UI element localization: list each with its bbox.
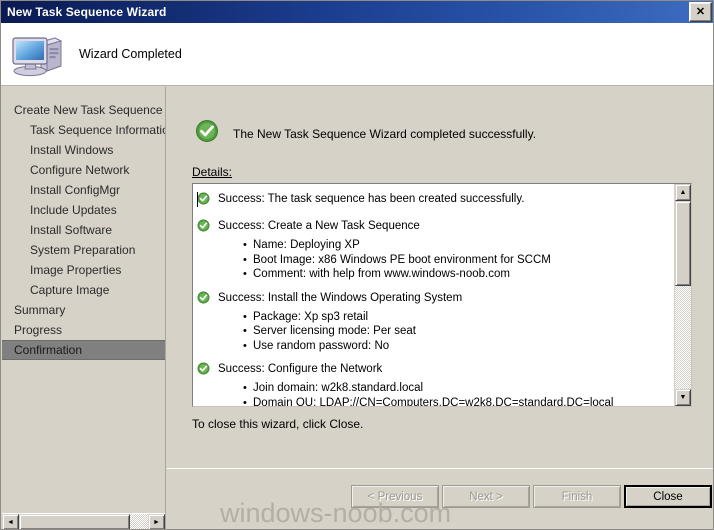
details-entry-heading: Success: Configure the Network xyxy=(197,362,668,380)
details-entry-heading-text: Success: Configure the Network xyxy=(218,363,383,375)
details-entry-list: Success: The task sequence has been crea… xyxy=(197,192,668,406)
details-bullet-list: Name: Deploying XPBoot Image: x86 Window… xyxy=(197,238,668,282)
details-bullet-item: Use random password: No xyxy=(243,339,668,354)
horizontal-scroll-thumb[interactable] xyxy=(19,514,130,529)
sidebar-item[interactable]: Include Updates xyxy=(2,200,165,220)
scroll-right-button[interactable]: ► xyxy=(148,514,165,529)
completion-status: The New Task Sequence Wizard completed s… xyxy=(195,119,536,148)
arrow-down-icon: ▼ xyxy=(679,394,687,401)
sidebar-item[interactable]: Install ConfigMgr xyxy=(2,180,165,200)
arrow-right-icon: ► xyxy=(153,518,160,526)
details-bullet-item: Server licensing mode: Per seat xyxy=(243,324,668,339)
success-check-small-icon xyxy=(197,219,210,237)
sidebar-item[interactable]: Capture Image xyxy=(2,280,165,300)
arrow-up-icon: ▲ xyxy=(679,189,687,196)
sidebar-horizontal-scrollbar[interactable]: ◄ ► xyxy=(2,513,165,529)
close-button-label: Close xyxy=(653,490,683,503)
details-content[interactable]: Success: The task sequence has been crea… xyxy=(193,184,674,406)
title-bar: New Task Sequence Wizard ✕ xyxy=(1,1,713,23)
details-entry-heading: Success: Install the Windows Operating S… xyxy=(197,291,668,309)
wizard-header: Wizard Completed xyxy=(1,23,713,86)
sidebar-item[interactable]: Configure Network xyxy=(2,160,165,180)
sidebar-item[interactable]: Install Software xyxy=(2,220,165,240)
success-check-small-icon xyxy=(197,362,210,380)
details-vertical-scrollbar[interactable]: ▲ ▼ xyxy=(674,184,691,406)
details-entry-heading: Success: The task sequence has been crea… xyxy=(197,192,668,210)
sidebar-item[interactable]: Progress xyxy=(2,320,165,340)
details-bullet-item: Boot Image: x86 Windows PE boot environm… xyxy=(243,253,668,268)
wizard-steps-sidebar: Create New Task Sequence Task Sequence In… xyxy=(2,87,166,529)
next-button-label: Next > xyxy=(469,490,503,503)
details-bullet-item: Join domain: w2k8.standard.local xyxy=(243,381,668,396)
close-icon: ✕ xyxy=(695,5,706,18)
sidebar-item[interactable]: Image Properties xyxy=(2,260,165,280)
details-bullet-list: Join domain: w2k8.standard.localDomain O… xyxy=(197,381,668,406)
sidebar-item[interactable]: System Preparation xyxy=(2,240,165,260)
scroll-down-button[interactable]: ▼ xyxy=(675,389,691,406)
success-check-small-icon xyxy=(197,192,210,210)
wizard-button-bar: < Previous Next > Finish Close xyxy=(167,468,713,529)
close-button[interactable]: Close xyxy=(624,485,712,508)
details-entry-heading-text: Success: Create a New Task Sequence xyxy=(218,220,420,232)
next-button[interactable]: Next > xyxy=(442,485,530,508)
window-title: New Task Sequence Wizard xyxy=(7,5,167,19)
wizard-body: Create New Task Sequence Task Sequence In… xyxy=(1,87,713,529)
arrow-left-icon: ◄ xyxy=(7,518,14,526)
closing-instruction: To close this wizard, click Close. xyxy=(192,417,364,431)
sidebar-item[interactable]: Task Sequence Information xyxy=(2,120,165,140)
details-label: Details: xyxy=(192,165,232,179)
wizard-main-panel: The New Task Sequence Wizard completed s… xyxy=(167,87,713,529)
details-bullet-item: Name: Deploying XP xyxy=(243,238,668,253)
success-check-small-icon xyxy=(197,291,210,309)
finish-button-label: Finish xyxy=(561,490,593,503)
previous-button[interactable]: < Previous xyxy=(351,485,439,508)
computer-icon xyxy=(11,30,65,78)
horizontal-scroll-track[interactable] xyxy=(19,514,148,529)
sidebar-item-selected[interactable]: Confirmation xyxy=(2,340,165,360)
details-panel: Success: The task sequence has been crea… xyxy=(192,183,692,407)
vertical-scroll-thumb[interactable] xyxy=(675,201,691,286)
details-entry: Success: Configure the Network Join domai… xyxy=(197,362,668,406)
finish-button[interactable]: Finish xyxy=(533,485,621,508)
header-title: Wizard Completed xyxy=(79,47,182,61)
details-entry: Success: Install the Windows Operating S… xyxy=(197,291,668,354)
details-label-text: Details: xyxy=(192,165,233,179)
wizard-window: New Task Sequence Wizard ✕ Wizard Comple… xyxy=(0,0,714,530)
sidebar-item[interactable]: Install Windows xyxy=(2,140,165,160)
details-entry: Success: The task sequence has been crea… xyxy=(197,192,668,210)
wizard-steps-list: Create New Task Sequence Task Sequence In… xyxy=(2,100,165,360)
details-bullet-item: Package: Xp sp3 retail xyxy=(243,310,668,325)
scroll-left-button[interactable]: ◄ xyxy=(2,514,19,529)
details-entry-heading-text: Success: Install the Windows Operating S… xyxy=(218,291,463,304)
details-bullet-item: Domain OU: LDAP://CN=Computers,DC=w2k8,D… xyxy=(243,396,668,407)
sidebar-item[interactable]: Create New Task Sequence xyxy=(2,100,165,120)
details-entry: Success: Create a New Task Sequence Name:… xyxy=(197,219,668,282)
details-bullet-item: Comment: with help from www.windows-noob… xyxy=(243,267,668,282)
details-entry-heading-text: Success: The task sequence has been crea… xyxy=(218,193,525,205)
success-check-icon xyxy=(195,119,219,148)
details-bullet-list: Package: Xp sp3 retailServer licensing m… xyxy=(197,310,668,354)
details-entry-heading: Success: Create a New Task Sequence xyxy=(197,219,668,237)
previous-button-label: < Previous xyxy=(367,490,423,503)
text-caret xyxy=(197,192,198,207)
scroll-up-button[interactable]: ▲ xyxy=(675,184,691,201)
close-window-button[interactable]: ✕ xyxy=(689,2,712,22)
vertical-scroll-track[interactable] xyxy=(675,201,691,389)
sidebar-item[interactable]: Summary xyxy=(2,300,165,320)
completion-status-text: The New Task Sequence Wizard completed s… xyxy=(233,126,537,141)
